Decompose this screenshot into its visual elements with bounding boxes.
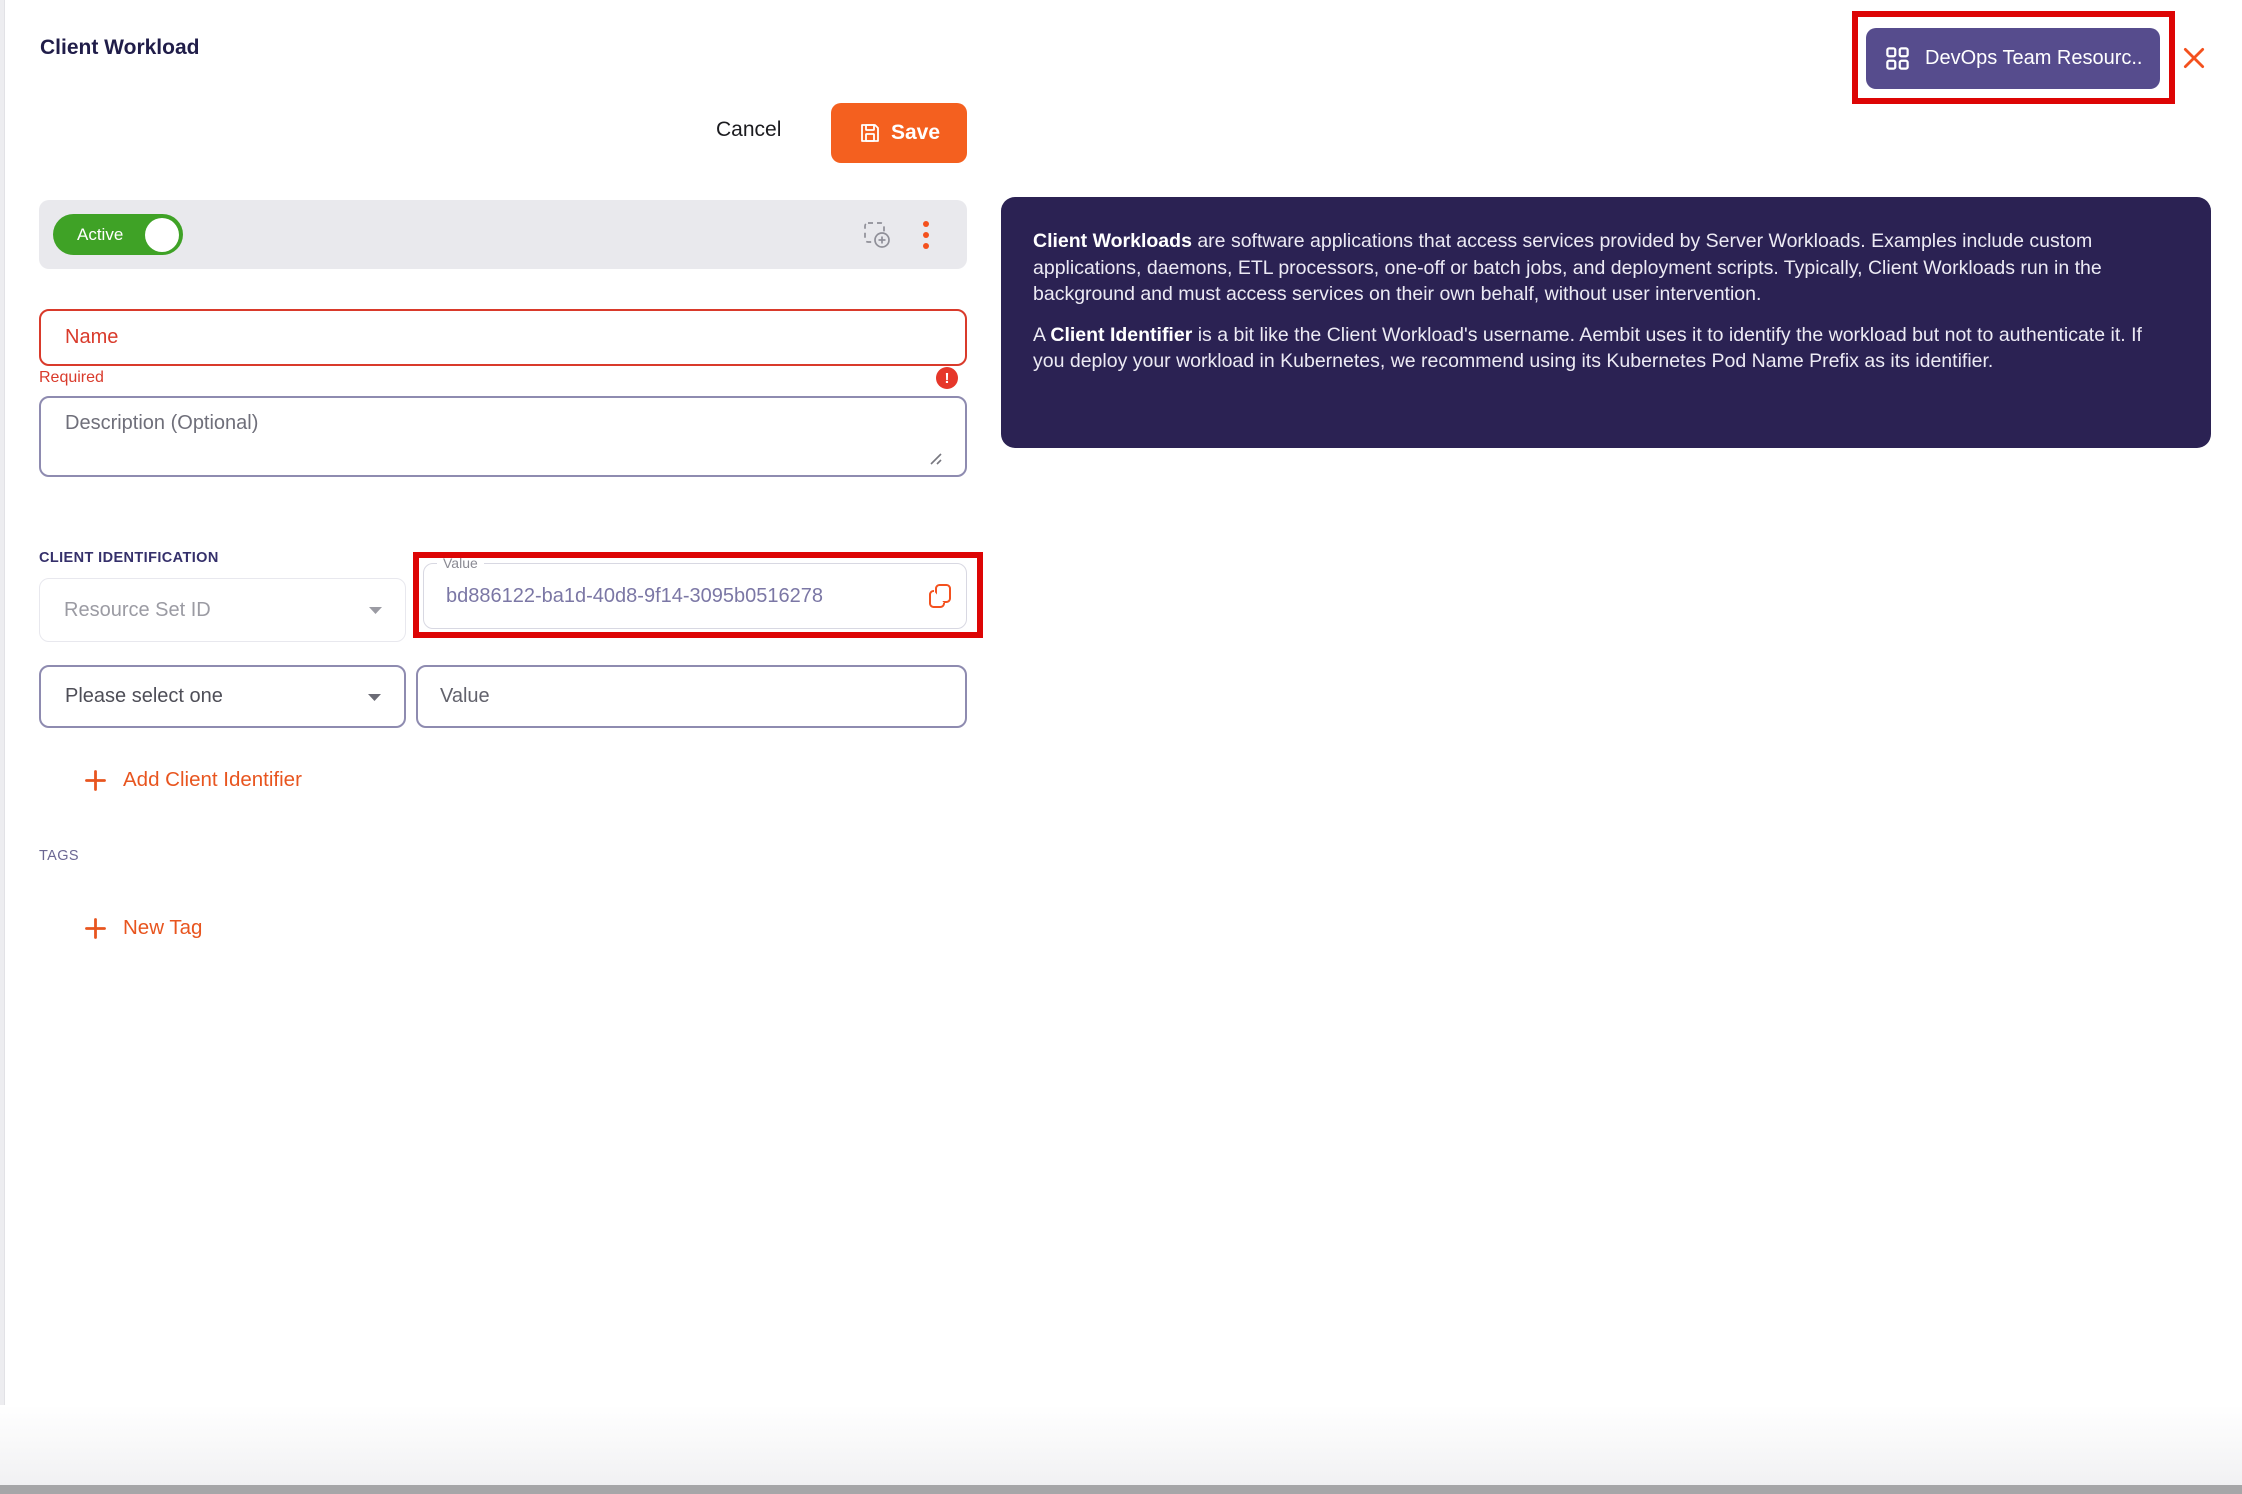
active-toggle[interactable]: Active <box>53 214 183 255</box>
info-p2-text: is a bit like the Client Workload's user… <box>1033 323 2142 373</box>
copy-icon[interactable] <box>926 581 956 611</box>
new-tag-button[interactable]: New Tag <box>84 916 202 940</box>
add-client-identifier-label: Add Client Identifier <box>123 768 302 791</box>
new-tag-label: New Tag <box>123 916 203 939</box>
chevron-down-icon <box>369 607 382 614</box>
chevron-down-icon <box>368 693 381 701</box>
active-toggle-label: Active <box>77 224 124 244</box>
resource-set-value-input[interactable] <box>424 564 966 628</box>
cancel-button[interactable]: Cancel <box>716 118 781 142</box>
save-button[interactable]: Save <box>831 103 967 163</box>
client-workload-page: Client Workload DevOps Team Resourc... C… <box>0 0 2242 1494</box>
page-title: Client Workload <box>40 36 200 59</box>
add-client-identifier-button[interactable]: Add Client Identifier <box>84 768 302 792</box>
kebab-menu-icon[interactable] <box>917 219 935 251</box>
grid-icon <box>1886 47 1909 70</box>
info-paragraph-1: Client Workloads are software applicatio… <box>1033 228 2177 308</box>
save-button-label: Save <box>890 121 941 144</box>
name-input[interactable] <box>39 309 967 366</box>
plus-icon <box>85 769 106 791</box>
resource-set-chip-label: DevOps Team Resourc... <box>1925 47 2142 69</box>
left-edge-divider <box>0 0 5 1494</box>
toggle-knob <box>145 217 179 252</box>
resource-set-chip-button[interactable]: DevOps Team Resourc... <box>1866 28 2160 89</box>
resource-set-id-select[interactable]: Resource Set ID <box>39 578 406 642</box>
info-p1-bold: Client Workloads <box>1033 230 1192 252</box>
plus-icon <box>85 917 106 939</box>
info-p1-text: are software applications that access se… <box>1033 230 2102 306</box>
tags-section-label: TAGS <box>39 848 80 864</box>
client-identification-section-label: CLIENT IDENTIFICATION <box>39 550 219 566</box>
info-p2-prefix: A <box>1033 323 1051 346</box>
identifier-value-input[interactable] <box>416 665 967 728</box>
info-panel: Client Workloads are software applicatio… <box>1001 197 2211 448</box>
identifier-type-select-placeholder: Please select one <box>65 685 223 707</box>
identifier-type-select[interactable]: Please select one <box>39 665 406 728</box>
status-bar: Active <box>39 200 967 269</box>
resource-set-id-select-value: Resource Set ID <box>64 598 211 621</box>
bottom-window-edge <box>0 1485 2242 1494</box>
info-p2-bold: Client Identifier <box>1050 323 1193 346</box>
name-required-error: Required <box>39 369 104 386</box>
floppy-disk-icon <box>861 124 879 142</box>
info-paragraph-2: A Client Identifier is a bit like the Cl… <box>1033 322 2177 375</box>
add-to-set-icon[interactable] <box>862 220 892 250</box>
close-icon[interactable] <box>2181 45 2207 71</box>
resource-set-value-field: Value <box>423 555 967 629</box>
bottom-fade <box>0 1405 2242 1485</box>
error-icon: ! <box>936 367 958 389</box>
description-textarea[interactable] <box>39 396 967 477</box>
